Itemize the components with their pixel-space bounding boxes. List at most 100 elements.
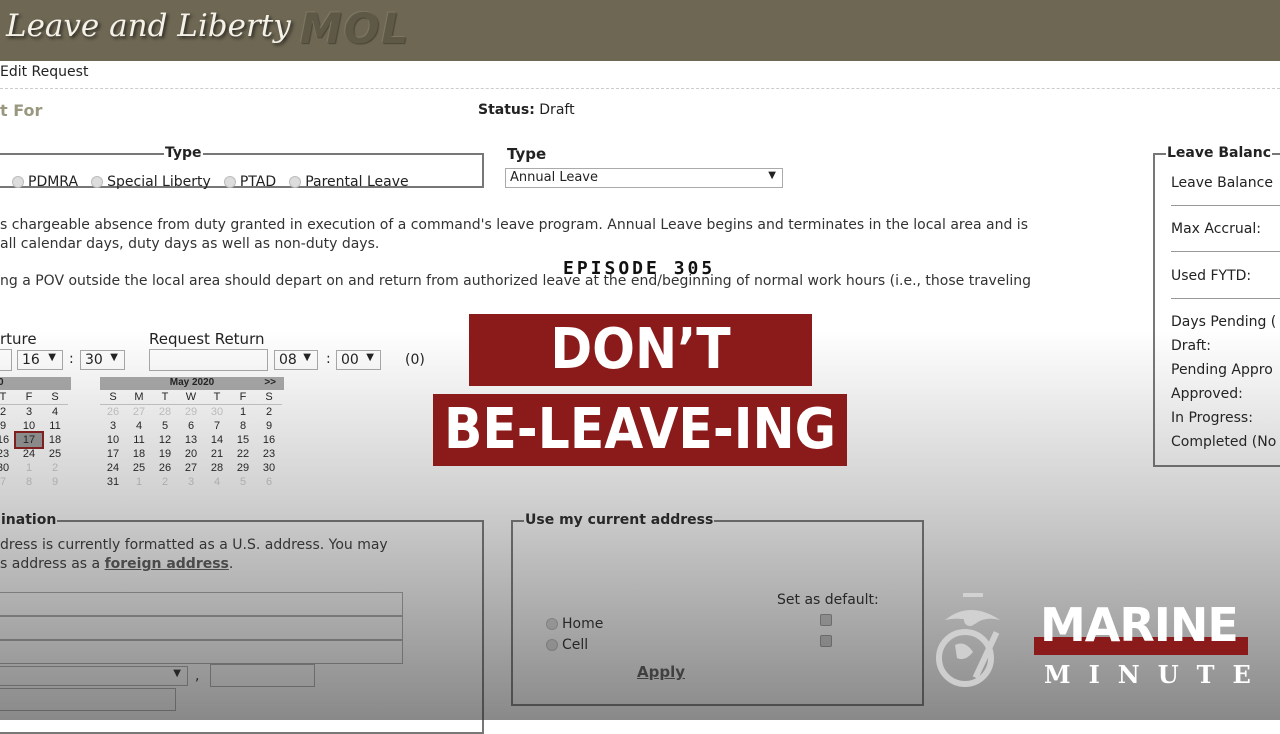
calendar-day[interactable]: 1 xyxy=(126,475,152,489)
dow: S xyxy=(256,390,282,405)
calendar-day[interactable]: 9 xyxy=(42,475,68,489)
balance-pending-approval: Pending Appro xyxy=(1171,362,1273,378)
calendar-day[interactable]: 8 xyxy=(230,419,256,433)
radio-ptad[interactable]: PTAD xyxy=(223,171,284,190)
chevron-down-icon: ▼ xyxy=(48,352,56,363)
calendar-next-button[interactable]: >> xyxy=(264,377,276,388)
calendar-day[interactable]: 5 xyxy=(230,475,256,489)
apply-button[interactable]: Apply xyxy=(637,663,685,681)
calendar-day[interactable]: 2 xyxy=(0,405,16,420)
calendar-day[interactable]: 7 xyxy=(0,475,16,489)
departure-hour-select[interactable]: 16 ▼ xyxy=(17,350,63,370)
radio-icon[interactable] xyxy=(546,617,558,630)
section-title: t For xyxy=(0,101,43,120)
address-line-1-input[interactable] xyxy=(0,592,403,616)
radio-icon[interactable] xyxy=(91,175,104,188)
calendar-day[interactable]: 1 xyxy=(230,405,256,420)
departure-date-input[interactable] xyxy=(0,349,12,371)
calendar-day[interactable]: 10 xyxy=(16,419,42,433)
calendar-day[interactable]: 15 xyxy=(230,433,256,447)
calendar-day[interactable]: 29 xyxy=(230,461,256,475)
calendar-day[interactable]: 4 xyxy=(204,475,230,489)
state-select[interactable]: ▼ xyxy=(0,666,188,686)
radio-icon[interactable] xyxy=(12,175,24,188)
calendar-day[interactable]: 9 xyxy=(0,419,16,433)
calendar-day[interactable]: 18 xyxy=(42,433,68,447)
calendar-day[interactable]: 30 xyxy=(204,405,230,420)
departure-minute-select[interactable]: 30 ▼ xyxy=(80,350,125,370)
radio-icon[interactable] xyxy=(289,175,302,188)
app-title: Leave and Liberty xyxy=(6,8,291,44)
address-line-3-input[interactable] xyxy=(0,640,403,664)
calendar-day[interactable]: 17 xyxy=(100,447,126,461)
return-hour-select[interactable]: 08 ▼ xyxy=(274,350,318,370)
calendar-day[interactable]: 30 xyxy=(256,461,282,475)
calendar-day-selected[interactable]: 17 xyxy=(14,431,44,449)
calendar-day[interactable]: 16 xyxy=(0,433,16,447)
zip-input[interactable] xyxy=(210,664,315,687)
calendar-day[interactable]: 6 xyxy=(178,419,204,433)
dow: T xyxy=(152,390,178,405)
calendar-day[interactable]: 26 xyxy=(100,405,126,420)
calendar-day[interactable]: 24 xyxy=(100,461,126,475)
calendar-day[interactable]: 1 xyxy=(16,461,42,475)
calendar-may-header: May 2020 >> xyxy=(100,377,284,390)
calendar-day[interactable]: 30 xyxy=(0,461,16,475)
calendar-day[interactable]: 3 xyxy=(16,405,42,420)
calendar-day[interactable]: 3 xyxy=(100,419,126,433)
radio-parental-leave[interactable]: Parental Leave xyxy=(289,171,416,190)
calendar-day[interactable]: 24 xyxy=(16,447,42,461)
calendar-day[interactable]: 26 xyxy=(152,461,178,475)
calendar-day[interactable]: 22 xyxy=(230,447,256,461)
calendar-day[interactable]: 5 xyxy=(152,419,178,433)
calendar-day[interactable]: 21 xyxy=(204,447,230,461)
calendar-day[interactable]: 3 xyxy=(178,475,204,489)
calendar-day[interactable]: 20 xyxy=(178,447,204,461)
calendar-day[interactable]: 8 xyxy=(16,475,42,489)
calendar-day[interactable]: 19 xyxy=(152,447,178,461)
calendar-day[interactable]: 29 xyxy=(178,405,204,420)
calendar-day[interactable]: 23 xyxy=(256,447,282,461)
radio-cell[interactable]: Cell xyxy=(546,634,596,653)
foreign-address-link[interactable]: foreign address xyxy=(105,556,229,572)
radio-pdmra[interactable]: PDMRA xyxy=(12,171,86,190)
calendar-day[interactable]: 25 xyxy=(42,447,68,461)
radio-icon[interactable] xyxy=(546,638,558,651)
breadcrumb[interactable]: Edit Request xyxy=(0,64,88,80)
return-minute-select[interactable]: 00 ▼ xyxy=(336,350,381,370)
calendar-day[interactable]: 27 xyxy=(126,405,152,420)
return-date-input[interactable] xyxy=(149,349,268,371)
calendar-day[interactable]: 2 xyxy=(152,475,178,489)
calendar-day[interactable]: 31 xyxy=(100,475,126,489)
calendar-day[interactable]: 25 xyxy=(126,461,152,475)
calendar-day[interactable]: 7 xyxy=(204,419,230,433)
default-cell-checkbox[interactable] xyxy=(820,635,832,647)
calendar-day[interactable]: 4 xyxy=(42,405,68,420)
calendar-day[interactable]: 18 xyxy=(126,447,152,461)
calendar-day[interactable]: 23 xyxy=(0,447,16,461)
radio-icon[interactable] xyxy=(223,175,236,188)
calendar-day[interactable]: 27 xyxy=(178,461,204,475)
calendar-day[interactable]: 2 xyxy=(256,405,282,420)
default-home-checkbox[interactable] xyxy=(820,614,832,626)
calendar-day[interactable]: 13 xyxy=(178,433,204,447)
calendar-day[interactable]: 28 xyxy=(152,405,178,420)
calendar-day[interactable]: 9 xyxy=(256,419,282,433)
calendar-day[interactable]: 28 xyxy=(204,461,230,475)
calendar-day[interactable]: 10 xyxy=(100,433,126,447)
calendar-day[interactable]: 2 xyxy=(42,461,68,475)
country-input[interactable] xyxy=(0,688,176,711)
calendar-day[interactable]: 16 xyxy=(256,433,282,447)
calendar-day[interactable]: 6 xyxy=(256,475,282,489)
return-label: Request Return xyxy=(149,330,265,348)
leave-type-select[interactable]: Annual Leave ▼ xyxy=(505,168,783,188)
calendar-day[interactable]: 12 xyxy=(152,433,178,447)
calendar-day[interactable]: 11 xyxy=(42,419,68,433)
calendar-day[interactable]: 4 xyxy=(126,419,152,433)
calendar-day[interactable]: 11 xyxy=(126,433,152,447)
radio-home[interactable]: Home xyxy=(546,613,611,632)
time-separator: : xyxy=(69,351,74,367)
calendar-day[interactable]: 14 xyxy=(204,433,230,447)
address-line-2-input[interactable] xyxy=(0,616,403,640)
radio-special-liberty[interactable]: Special Liberty xyxy=(91,171,219,190)
